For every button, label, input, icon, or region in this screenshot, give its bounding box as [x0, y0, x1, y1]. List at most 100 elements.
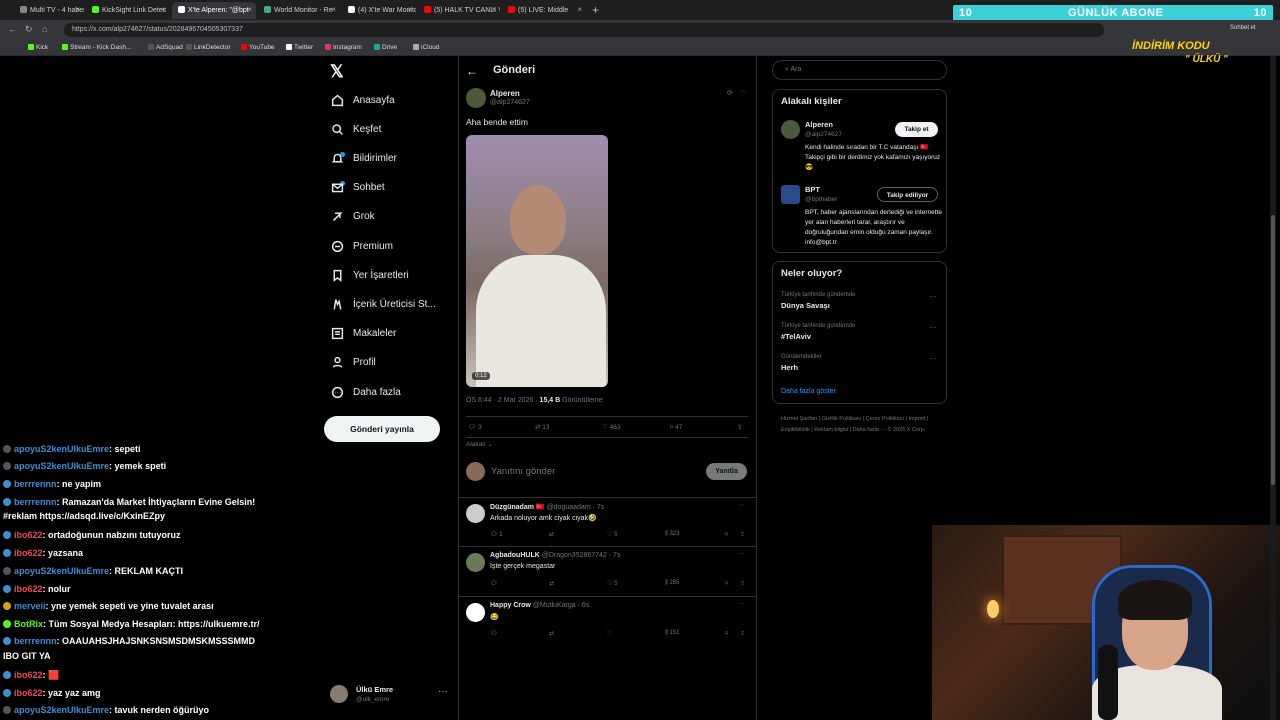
show-more-link[interactable]: Daha fazla göster — [781, 388, 836, 395]
trend-more-icon[interactable]: ··· — [929, 354, 937, 363]
trend-more-icon[interactable]: ··· — [929, 292, 937, 301]
reply-author[interactable]: Happy Crow @MutluKarga · 6s — [490, 602, 589, 609]
share-icon[interactable]: ⇪ — [740, 630, 745, 637]
scrollbar-thumb[interactable] — [1271, 215, 1275, 485]
reply-author[interactable]: AgbadouHULK @Dragon352867742 · 7s — [490, 552, 620, 559]
person-avatar[interactable] — [781, 120, 800, 139]
reply-views-action[interactable]: ⫼ 285 — [665, 580, 679, 587]
bookmark-item[interactable]: iCloud — [413, 44, 439, 51]
trend-topic[interactable]: Dünya Savaşı — [781, 301, 830, 310]
repost-action[interactable]: ⇄ 13 — [535, 423, 550, 431]
chat-username[interactable]: berrrennn — [14, 497, 57, 507]
reply-author-avatar[interactable] — [466, 504, 485, 523]
chat-username[interactable]: ibo622 — [14, 530, 43, 540]
sohbet-et-button[interactable]: Sohbet et — [1230, 25, 1256, 31]
chat-username[interactable]: apoyuS2kenUlkuEmre — [14, 705, 109, 715]
nav-item-more[interactable]: Daha fazla — [330, 381, 401, 403]
tab-close-icon[interactable]: × — [75, 5, 80, 14]
nav-item-mail[interactable]: Sohbet — [330, 177, 385, 199]
back-arrow-icon[interactable]: ← — [466, 64, 478, 78]
reload-icon[interactable]: ↻ — [25, 24, 33, 35]
reply-author-avatar[interactable] — [466, 603, 485, 622]
following-button[interactable]: Takip ediliyor — [877, 187, 938, 202]
account-more-icon[interactable]: ··· — [438, 686, 448, 697]
bookmark-icon[interactable]: ⌑ — [725, 580, 728, 587]
bookmark-item[interactable]: Stream - Kick Dash... — [62, 44, 131, 51]
reply-more-icon[interactable]: ··· — [738, 601, 744, 607]
reply-views-action[interactable]: ⫼ 323 — [665, 531, 679, 538]
reply-repost-action[interactable]: ⇄ — [549, 580, 554, 587]
post-video[interactable] — [466, 135, 608, 387]
trend-topic[interactable]: #TelAviv — [781, 332, 811, 341]
bookmark-icon[interactable]: ⌑ — [725, 630, 728, 637]
new-tab-button[interactable]: + — [592, 3, 599, 17]
reply-author-avatar[interactable] — [466, 553, 485, 572]
bpt-avatar[interactable] — [781, 185, 800, 204]
post-button[interactable]: Gönderi yayınla — [324, 416, 440, 442]
bookmark-item[interactable]: AdSquad — [148, 44, 183, 51]
browser-tab[interactable]: (4) X'te War Monitor × — [342, 2, 416, 19]
browser-tab[interactable]: World Monitor - Re × — [258, 2, 340, 19]
chat-username[interactable]: ibo622 — [14, 670, 43, 680]
chat-username[interactable]: merveii — [14, 601, 46, 611]
browser-tab[interactable]: KickSight Link Detec × — [86, 2, 170, 19]
author-avatar[interactable] — [466, 88, 486, 108]
reply-reply-action[interactable]: 💬︎ — [490, 580, 498, 587]
chat-username[interactable]: berrrennn — [14, 636, 57, 646]
url-bar[interactable]: https://x.com/alp274627/status/202849670… — [64, 23, 1104, 37]
nav-item-bell[interactable]: Bildirimler — [330, 147, 397, 169]
trend-topic[interactable]: Herh — [781, 363, 798, 372]
follow-button[interactable]: Takip et — [895, 122, 938, 137]
chat-username[interactable]: apoyuS2kenUlkuEmre — [14, 566, 109, 576]
reply-repost-action[interactable]: ⇄ — [549, 531, 554, 538]
chat-username[interactable]: ibo622 — [14, 548, 43, 558]
bookmark-item[interactable]: Drive — [374, 44, 397, 51]
reply-more-icon[interactable]: ··· — [738, 551, 744, 557]
nav-item-premium[interactable]: Premium — [330, 235, 393, 257]
reply-reply-action[interactable]: 💬︎ — [490, 630, 498, 637]
tab-close-icon[interactable]: × — [577, 5, 582, 14]
nav-item-profile[interactable]: Profil — [330, 352, 376, 374]
nav-item-home[interactable]: Anasayfa — [330, 89, 395, 111]
reply-input[interactable]: Yanıtını gönder — [491, 466, 555, 477]
nav-item-bookmark[interactable]: Yer İşaretleri — [330, 264, 409, 286]
browser-tab[interactable]: (5) HALK TV CANLI Y × — [418, 2, 500, 19]
nav-item-creator[interactable]: İçerik Üreticisi St... — [330, 293, 436, 315]
reply-heart-action[interactable]: ♡ 5 — [607, 580, 617, 587]
share-icon[interactable]: ⇪ — [737, 423, 742, 431]
tab-close-icon[interactable]: × — [247, 5, 252, 14]
reply-author[interactable]: Düzgünadam 🇹🇷 @doguaadam · 7s — [490, 503, 604, 511]
footer-links[interactable]: Hizmet Şartları | Gizlilik Politikası | … — [781, 414, 946, 436]
author-handle[interactable]: @alp274627 — [490, 99, 530, 106]
reply-views-action[interactable]: ⫼ 151 — [665, 630, 679, 637]
reply-heart-action[interactable]: ♡ — [607, 630, 612, 637]
search-input[interactable]: ⌕ Ara — [772, 60, 947, 80]
home-nav-icon[interactable]: ⌂ — [42, 24, 47, 34]
nav-item-search[interactable]: Keşfet — [330, 118, 381, 140]
chat-username[interactable]: apoyuS2kenUlkuEmre — [14, 461, 109, 471]
tab-close-icon[interactable]: × — [491, 5, 496, 14]
reply-heart-action[interactable]: ♡ 5 — [607, 531, 617, 538]
person-name[interactable]: Alperen — [805, 120, 833, 129]
bookmark-item[interactable]: Instagram — [325, 44, 362, 51]
back-icon[interactable]: ← — [8, 24, 17, 34]
bookmark-item[interactable]: YouTube — [241, 44, 275, 51]
avatar[interactable] — [330, 685, 348, 703]
browser-tab[interactable]: (5) LIVE: Middle × — [502, 2, 586, 19]
share-icon[interactable]: ⇪ — [740, 580, 745, 587]
chat-username[interactable]: apoyuS2kenUlkuEmre — [14, 444, 109, 454]
like-action[interactable]: ♡ 463 — [602, 423, 621, 431]
chat-username[interactable]: berrrennn — [14, 479, 57, 489]
tab-close-icon[interactable]: × — [407, 5, 412, 14]
nav-item-grok[interactable]: Grok — [330, 206, 375, 228]
browser-tab[interactable]: X'te Alperen: "@bpt × — [172, 2, 256, 19]
account-name[interactable]: Ülkü Emre — [356, 685, 393, 694]
bookmark-item[interactable]: Twitter — [286, 44, 313, 51]
nav-item-articles[interactable]: Makaleler — [330, 323, 396, 345]
chat-username[interactable]: ibo622 — [14, 688, 43, 698]
bookmark-icon[interactable]: ⌑ — [725, 531, 728, 538]
tab-close-icon[interactable]: × — [161, 5, 166, 14]
chat-username[interactable]: ibo622 — [14, 584, 43, 594]
bookmark-item[interactable]: LinkDetector — [186, 44, 231, 51]
reply-repost-action[interactable]: ⇄ — [549, 630, 554, 637]
